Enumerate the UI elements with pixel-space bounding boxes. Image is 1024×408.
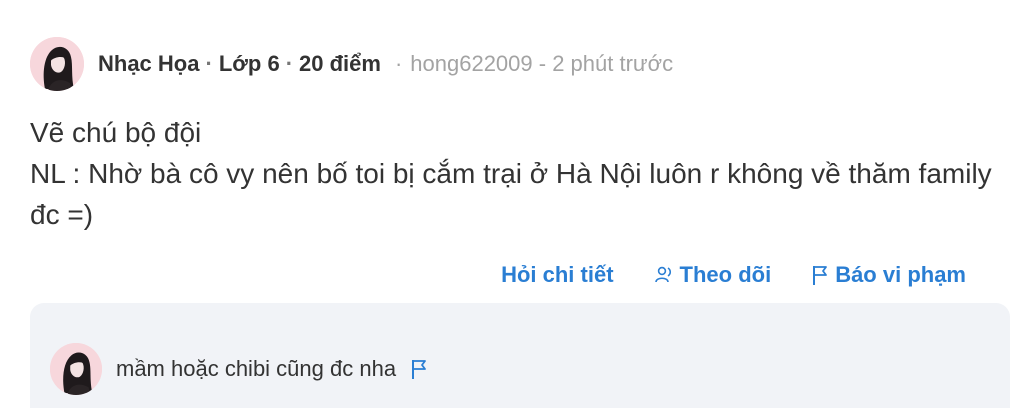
posted-info: · hong622009 - 2 phút trước <box>381 51 673 77</box>
follow-link[interactable]: Theo dõi <box>654 262 772 288</box>
post-time: 2 phút trước <box>552 51 674 76</box>
follow-label: Theo dõi <box>679 262 772 287</box>
avatar-image <box>50 343 102 395</box>
flag-icon <box>811 264 829 286</box>
question-body: Vẽ chú bộ đội NL : Nhờ bà cô vy nên bố t… <box>30 112 1010 235</box>
ask-detail-label: Hỏi chi tiết <box>501 262 614 287</box>
report-link[interactable]: Báo vi phạm <box>811 262 966 288</box>
grade-label: Lớp 6 <box>218 51 280 76</box>
meta-separator: · <box>205 51 213 76</box>
username[interactable]: hong622009 <box>410 51 532 76</box>
question-header: Nhạc Họa · Lớp 6 · 20 điểm · hong622009 -… <box>30 36 673 92</box>
report-label: Báo vi phạm <box>835 262 966 287</box>
meta-separator: · <box>394 51 403 76</box>
user-follow-icon <box>654 265 674 285</box>
points-label: 20 điểm <box>299 51 381 76</box>
avatar[interactable] <box>30 37 84 91</box>
comment-item: mầm hoặc chibi cũng đc nha <box>50 343 428 395</box>
meta-separator: · <box>285 51 294 76</box>
author-name[interactable]: Nhạc Họa <box>98 51 199 77</box>
ask-detail-link[interactable]: Hỏi chi tiết <box>501 262 613 288</box>
avatar[interactable] <box>50 343 102 395</box>
question-meta: Nhạc Họa · Lớp 6 · 20 điểm · hong622009 -… <box>98 51 673 77</box>
avatar-image <box>30 37 84 91</box>
meta-dash: - <box>532 51 553 76</box>
question-note: NL : Nhờ bà cô vy nên bố toi bị cắm trại… <box>30 158 992 230</box>
question-card: Nhạc Họa · Lớp 6 · 20 điểm · hong622009 -… <box>0 0 1024 408</box>
question-actions: Hỏi chi tiết Theo dõi Báo vi phạm <box>501 262 966 288</box>
comment-text: mầm hoặc chibi cũng đc nha <box>116 356 397 381</box>
flag-icon[interactable] <box>410 358 428 380</box>
comment-panel: mầm hoặc chibi cũng đc nha <box>30 303 1010 408</box>
question-title: Vẽ chú bộ đội <box>30 117 202 148</box>
